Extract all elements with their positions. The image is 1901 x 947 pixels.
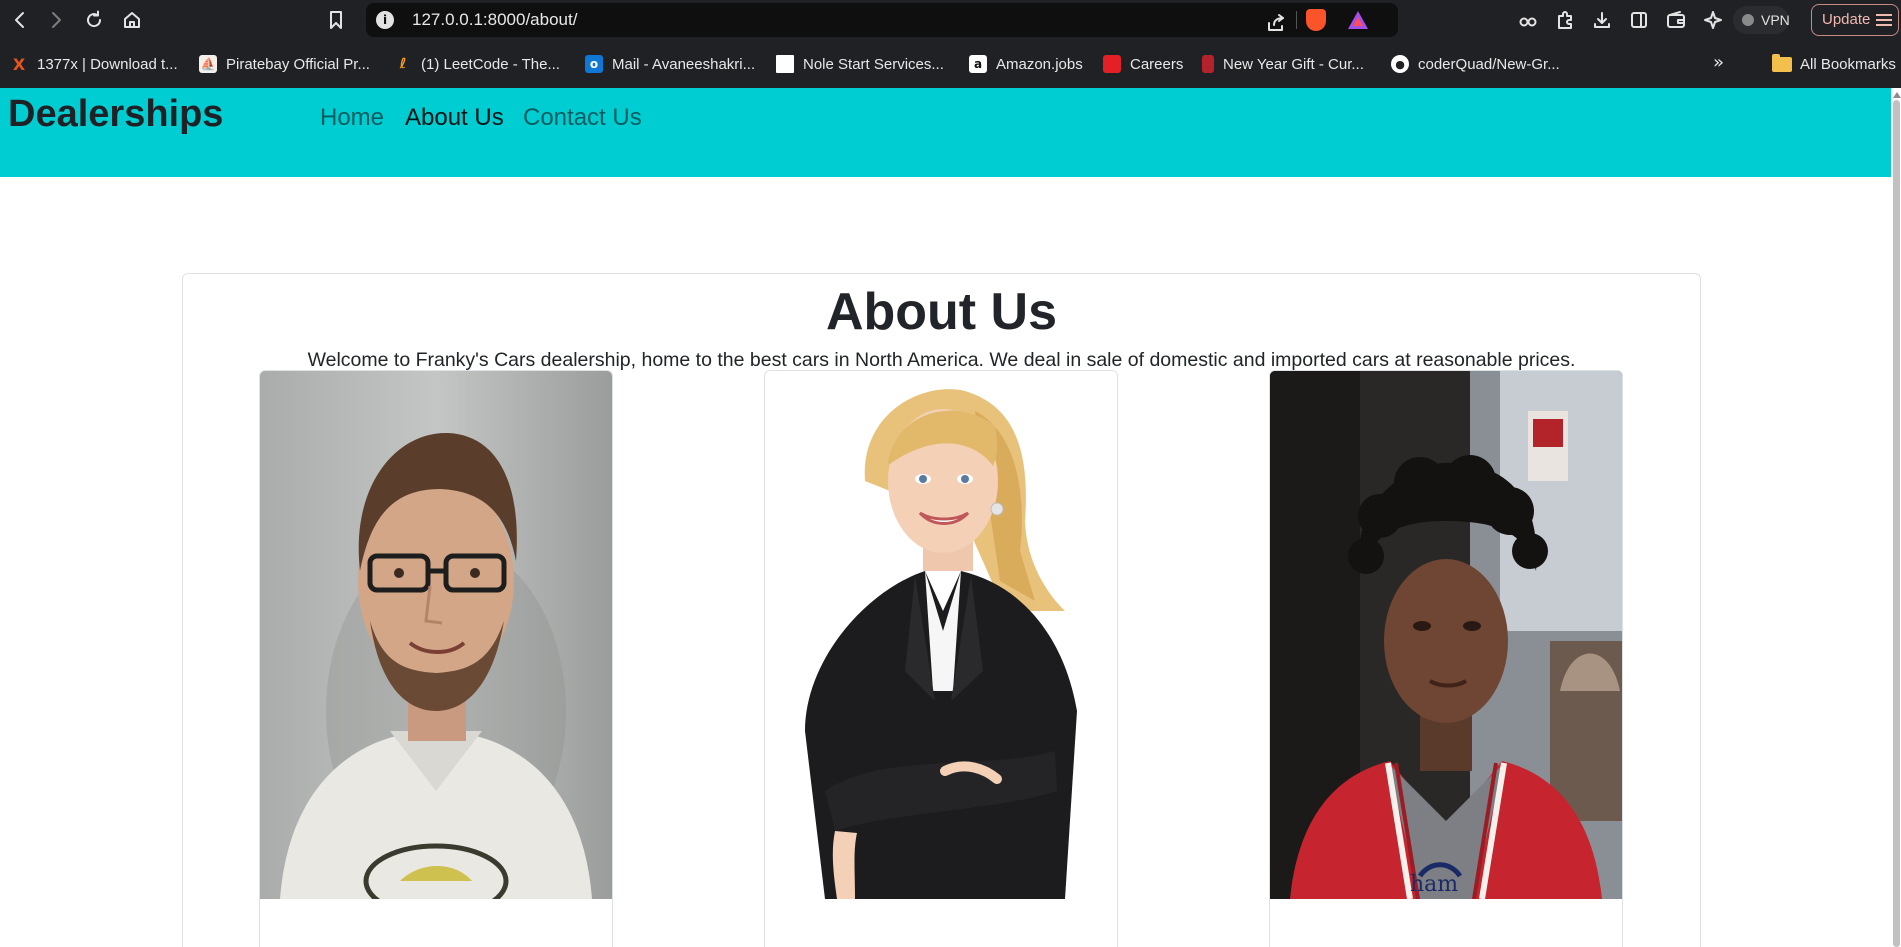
careers-icon <box>1103 55 1121 73</box>
sidebar-icon[interactable] <box>1625 6 1653 34</box>
bookmark-label: Careers <box>1130 55 1184 73</box>
scrollbar-thumb[interactable] <box>1893 100 1900 947</box>
ai-sparkle-icon[interactable] <box>1699 6 1727 34</box>
address-bar[interactable]: i 127.0.0.1:8000/about/ <box>366 3 1398 37</box>
update-button[interactable]: Update <box>1811 4 1899 36</box>
brave-rewards-icon[interactable] <box>1348 11 1368 29</box>
download-icon[interactable] <box>1588 6 1616 34</box>
amazon-icon: a <box>969 55 987 73</box>
wallet-icon[interactable] <box>1662 6 1690 34</box>
browser-toolbar: i 127.0.0.1:8000/about/ VPN Update <box>0 0 1901 40</box>
all-bookmarks-label: All Bookmarks <box>1800 55 1896 73</box>
bookmark-label: (1) LeetCode - The... <box>421 55 560 73</box>
x-icon: X <box>12 54 26 74</box>
brave-shields-icon[interactable] <box>1306 9 1326 31</box>
site-info-icon[interactable]: i <box>376 11 394 29</box>
bookmark-label: Mail - Avaneeshakri... <box>612 55 756 73</box>
bookmark-mail[interactable]: o Mail - Avaneeshakri... <box>585 52 755 76</box>
bookmarks-bar: X 1377x | Download t... ⛵ Piratebay Offi… <box>0 40 1901 88</box>
update-label: Update <box>1822 11 1871 28</box>
outlook-icon: o <box>585 55 603 73</box>
bookmark-github[interactable]: ● coderQuad/New-Gr... <box>1391 52 1560 76</box>
blank-page-icon <box>776 55 794 73</box>
github-icon: ● <box>1391 55 1409 73</box>
bookmark-careers[interactable]: Careers <box>1103 52 1183 76</box>
man-in-red-jacket-photo: ham <box>1270 371 1622 899</box>
nav-home-link[interactable]: Home <box>320 104 384 132</box>
bookmark-label: coderQuad/New-Gr... <box>1418 55 1560 73</box>
site-navbar: Dealerships Home About Us Contact Us <box>0 88 1891 177</box>
leo-ai-icon[interactable] <box>1514 6 1542 34</box>
bookmark-nole-start[interactable]: Nole Start Services... <box>776 52 944 76</box>
about-card: About Us Welcome to Franky's Cars dealer… <box>182 273 1701 947</box>
bookmark-piratebay[interactable]: ⛵ Piratebay Official Pr... <box>199 52 370 76</box>
more-bookmarks-icon[interactable]: » <box>1713 52 1724 73</box>
ship-icon: ⛵ <box>199 55 217 73</box>
bookmark-new-year-gift[interactable]: New Year Gift - Cur... <box>1202 52 1364 76</box>
man-with-glasses-photo <box>260 371 612 899</box>
vpn-button[interactable]: VPN <box>1733 6 1790 34</box>
nav-about-link[interactable]: About Us <box>405 104 504 132</box>
bookmark-label: New Year Gift - Cur... <box>1223 55 1364 73</box>
team-member-card: ham <box>1269 370 1623 947</box>
bookmark-amazon-jobs[interactable]: a Amazon.jobs <box>969 52 1083 76</box>
url-text[interactable]: 127.0.0.1:8000/about/ <box>412 10 577 30</box>
page-viewport: Dealerships Home About Us Contact Us Abo… <box>0 88 1891 947</box>
nav-contact-link[interactable]: Contact Us <box>523 104 642 132</box>
back-icon[interactable] <box>6 6 34 34</box>
share-icon[interactable] <box>1262 9 1290 37</box>
brand-logo[interactable]: Dealerships <box>8 93 223 136</box>
reload-icon[interactable] <box>80 6 108 34</box>
folder-icon <box>1772 53 1792 72</box>
woman-in-blazer-photo <box>765 371 1117 899</box>
leetcode-icon: ℓ <box>399 56 407 72</box>
forward-icon[interactable] <box>42 6 70 34</box>
gift-icon <box>1202 55 1214 73</box>
all-bookmarks-button[interactable]: All Bookmarks <box>1772 52 1896 76</box>
bookmark-label: Amazon.jobs <box>996 55 1083 73</box>
bookmark-leetcode[interactable]: ℓ (1) LeetCode - The... <box>394 52 560 76</box>
menu-icon <box>1876 14 1892 26</box>
vpn-label: VPN <box>1761 12 1790 28</box>
bookmark-page-icon[interactable] <box>322 6 350 34</box>
bookmark-label: Nole Start Services... <box>803 55 944 73</box>
team-member-card <box>259 370 613 947</box>
bookmark-label: 1377x | Download t... <box>37 55 178 73</box>
home-icon[interactable] <box>118 6 146 34</box>
svg-text:ham: ham <box>1410 872 1458 897</box>
team-member-card <box>764 370 1118 947</box>
page-title: About Us <box>825 283 1058 341</box>
extensions-icon[interactable] <box>1551 6 1579 34</box>
url-divider <box>1296 11 1297 29</box>
about-description: Welcome to Franky's Cars dealership, hom… <box>307 349 1576 371</box>
bookmark-label: Piratebay Official Pr... <box>226 55 370 73</box>
bookmark-1377x[interactable]: X 1377x | Download t... <box>10 52 178 76</box>
